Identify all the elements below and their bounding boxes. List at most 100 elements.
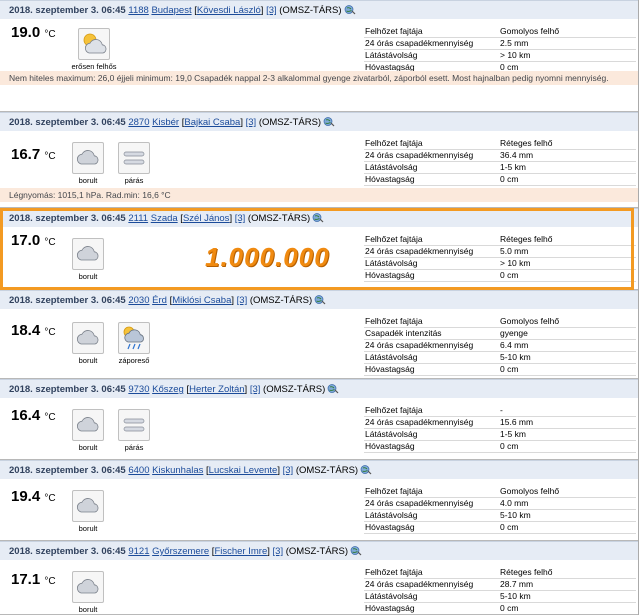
report-note: Nem hiteles maximum: 26,0 éjjeli minimum… bbox=[0, 71, 638, 85]
city-link[interactable]: Kiskunhalas bbox=[152, 465, 203, 476]
network-tag: (OMSZ-TÁRS) bbox=[258, 117, 322, 128]
report-count-link[interactable]: [3] bbox=[237, 295, 248, 306]
observer-link[interactable]: Herter Zoltán bbox=[189, 384, 244, 395]
city-link[interactable]: Budapest bbox=[151, 5, 191, 16]
properties-table: Felhőzet fajtája Gomolyos felhő 24 órás cs… bbox=[364, 26, 636, 74]
globe-icon[interactable] bbox=[314, 293, 326, 305]
zip-link[interactable]: 2030 bbox=[128, 295, 149, 306]
report-date: 2018. szeptember 3. 06:45 bbox=[9, 384, 126, 395]
property-label: Látástávolság bbox=[365, 429, 418, 439]
weather-report: 2018. szeptember 3. 06:45 9730 Kőszeg [H… bbox=[0, 379, 638, 460]
icon-caption: párás bbox=[124, 176, 144, 185]
report-header: 2018. szeptember 3. 06:45 2030 Érd [Mikl… bbox=[0, 290, 638, 309]
observer-link[interactable]: Fischer Imre bbox=[214, 546, 267, 557]
property-label: Látástávolság bbox=[365, 591, 418, 601]
observer-link[interactable]: Miklósi Csaba bbox=[172, 295, 231, 306]
report-header: 2018. szeptember 3. 06:45 6400 Kiskunhal… bbox=[0, 460, 638, 479]
icon-caption: borult bbox=[78, 605, 98, 614]
city-link[interactable]: Kőszeg bbox=[152, 384, 184, 395]
zip-link[interactable]: 1188 bbox=[128, 5, 148, 16]
observer-link[interactable]: Lucskai Levente bbox=[209, 465, 278, 476]
weather-report: 2018. szeptember 3. 06:45 6400 Kiskunhal… bbox=[0, 460, 638, 541]
temperature: 19.4 °C bbox=[11, 488, 56, 505]
network-tag: (OMSZ-TÁRS) bbox=[295, 465, 359, 476]
property-label: Felhőzet fajtája bbox=[365, 316, 423, 326]
temperature: 19.0 °C bbox=[11, 24, 56, 41]
report-date: 2018. szeptember 3. 06:45 bbox=[9, 117, 126, 128]
milestone-overlay: 1.000.000 bbox=[205, 242, 330, 272]
temperature: 18.4 °C bbox=[11, 322, 56, 339]
globe-icon[interactable] bbox=[350, 544, 362, 556]
property-value: 0 cm bbox=[500, 174, 519, 184]
property-row: Hóvastagság 0 cm bbox=[364, 522, 636, 534]
globe-icon[interactable] bbox=[344, 3, 356, 15]
property-label: 24 órás csapadékmennyiség bbox=[365, 579, 474, 589]
right-border bbox=[638, 0, 639, 615]
property-value: 0 cm bbox=[500, 603, 519, 613]
property-row: Látástávolság 5-10 km bbox=[364, 510, 636, 522]
report-count-link[interactable]: [3] bbox=[246, 117, 257, 128]
temperature-value: 16.7 bbox=[11, 146, 41, 163]
report-header: 2018. szeptember 3. 06:45 9121 Győrszeme… bbox=[0, 541, 638, 560]
network-tag: (OMSZ-TÁRS) bbox=[285, 546, 348, 557]
property-row: Hóvastagság 0 cm bbox=[364, 441, 636, 453]
property-value: Réteges felhő bbox=[500, 567, 553, 577]
property-label: Felhőzet fajtája bbox=[365, 405, 423, 415]
globe-icon[interactable] bbox=[323, 115, 335, 127]
property-label: Hóvastagság bbox=[365, 441, 415, 451]
cloud-icon bbox=[72, 490, 104, 522]
report-count-link[interactable]: [3] bbox=[266, 5, 277, 16]
property-label: Hóvastagság bbox=[365, 522, 415, 532]
observer-link[interactable]: Bajkai Csaba bbox=[184, 117, 240, 128]
temperature-unit: °C bbox=[44, 29, 56, 40]
property-value: 5-10 km bbox=[500, 510, 531, 520]
city-link[interactable]: Győrszemere bbox=[152, 546, 209, 557]
report-count-link[interactable]: [3] bbox=[283, 465, 294, 476]
icon-caption: erősen felhős bbox=[71, 62, 117, 71]
property-row: 24 órás csapadékmennyiség 15.6 mm bbox=[364, 417, 636, 429]
weather-report: 2018. szeptember 3. 06:45 2030 Érd [Mikl… bbox=[0, 290, 638, 379]
city-link[interactable]: Kisbér bbox=[152, 117, 179, 128]
property-value: gyenge bbox=[500, 328, 528, 338]
report-count-link[interactable]: [3] bbox=[250, 384, 261, 395]
globe-icon[interactable] bbox=[360, 463, 372, 475]
property-row: 24 órás csapadékmennyiség 28.7 mm bbox=[364, 579, 636, 591]
property-value: 4.0 mm bbox=[500, 498, 529, 508]
city-link[interactable]: Érd bbox=[152, 295, 167, 306]
observer-link[interactable]: Kövesdi László bbox=[197, 5, 261, 16]
property-label: Felhőzet fajtája bbox=[365, 138, 423, 148]
report-count-link[interactable]: [3] bbox=[273, 546, 284, 557]
property-value: Gomolyos felhő bbox=[500, 316, 560, 326]
property-label: Hóvastagság bbox=[365, 364, 415, 374]
weather-report: 2018. szeptember 3. 06:45 9121 Győrszeme… bbox=[0, 541, 638, 615]
property-label: 24 órás csapadékmennyiség bbox=[365, 150, 474, 160]
report-date: 2018. szeptember 3. 06:45 bbox=[9, 546, 126, 557]
property-label: 24 órás csapadékmennyiség bbox=[365, 38, 474, 48]
property-value: Gomolyos felhő bbox=[500, 486, 560, 496]
property-label: Hóvastagság bbox=[365, 603, 415, 613]
zip-link[interactable]: 9121 bbox=[128, 546, 149, 557]
property-row: Látástávolság 1-5 km bbox=[364, 162, 636, 174]
property-value: Gomolyos felhő bbox=[500, 26, 560, 36]
report-date: 2018. szeptember 3. 06:45 bbox=[9, 295, 126, 306]
zip-link[interactable]: 9730 bbox=[128, 384, 149, 395]
globe-icon[interactable] bbox=[327, 382, 339, 394]
property-row: Látástávolság 1-5 km bbox=[364, 429, 636, 441]
property-value: - bbox=[500, 405, 503, 415]
property-row: Felhőzet fajtája Gomolyos felhő bbox=[364, 316, 636, 328]
temperature-unit: °C bbox=[44, 576, 56, 587]
property-label: Látástávolság bbox=[365, 50, 418, 60]
zip-link[interactable]: 2870 bbox=[128, 117, 149, 128]
temperature-unit: °C bbox=[44, 327, 56, 338]
cloud-icon bbox=[72, 322, 104, 354]
property-value: 1-5 km bbox=[500, 429, 526, 439]
temperature: 16.4 °C bbox=[11, 407, 56, 424]
property-row: Hóvastagság 0 cm bbox=[364, 364, 636, 376]
report-header: 2018. szeptember 3. 06:45 2870 Kisbér [B… bbox=[0, 112, 638, 131]
cloud-icon bbox=[72, 571, 104, 603]
report-header: 2018. szeptember 3. 06:45 9730 Kőszeg [H… bbox=[0, 379, 638, 398]
property-row: 24 órás csapadékmennyiség 4.0 mm bbox=[364, 498, 636, 510]
zip-link[interactable]: 6400 bbox=[128, 465, 149, 476]
property-row: Felhőzet fajtája Réteges felhő bbox=[364, 567, 636, 579]
property-label: 24 órás csapadékmennyiség bbox=[365, 498, 474, 508]
